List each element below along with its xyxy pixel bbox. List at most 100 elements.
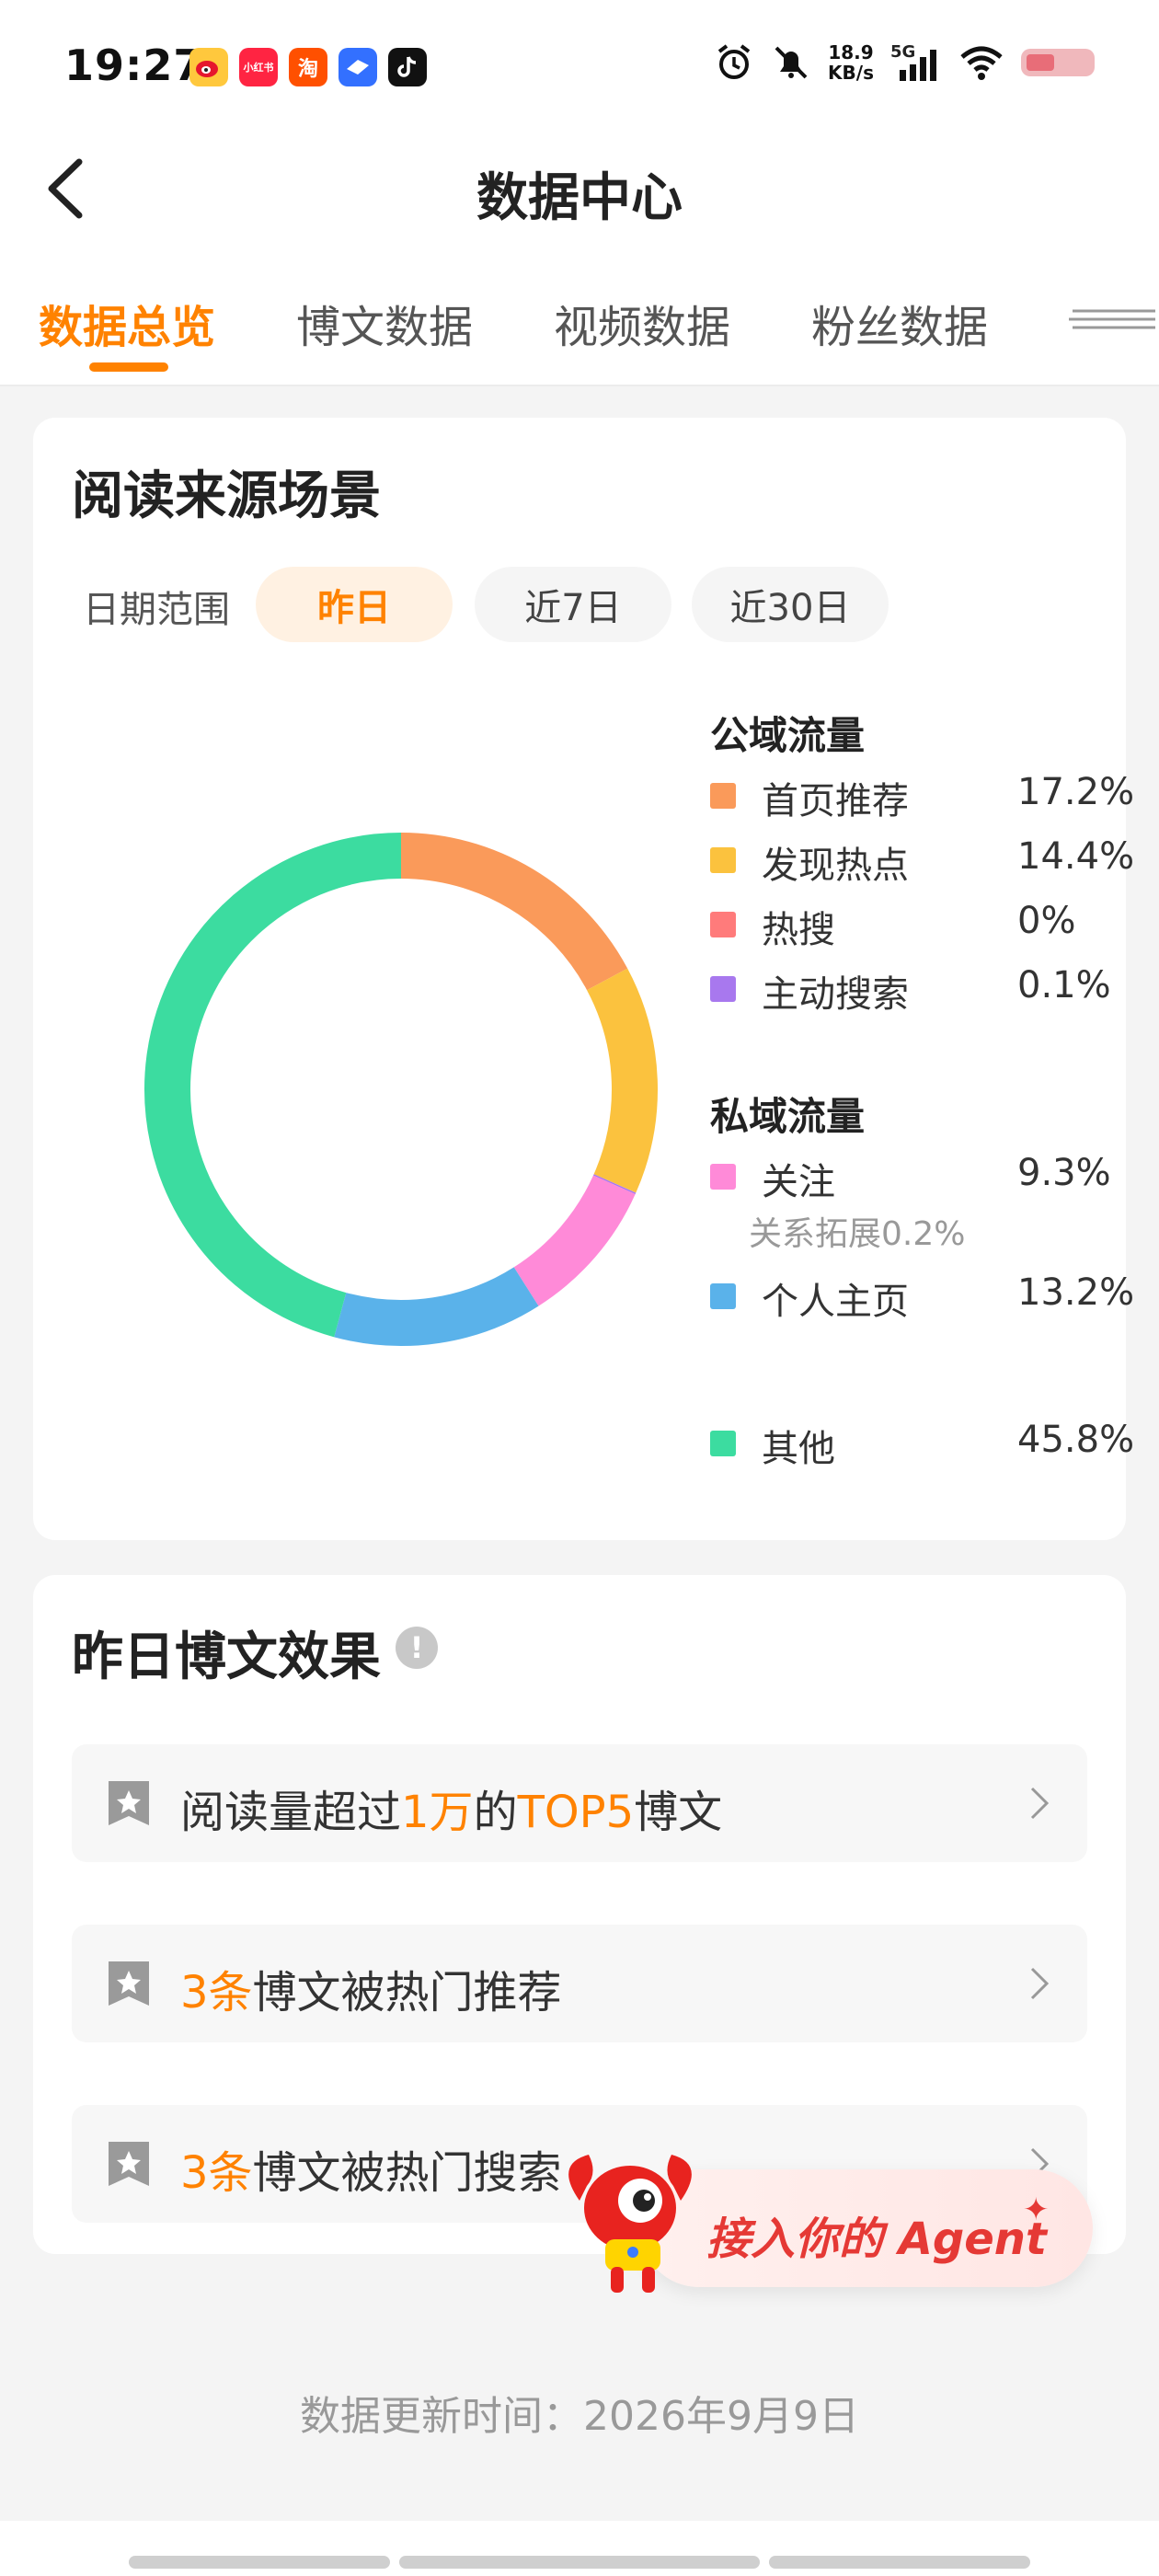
top5-posts-row[interactable]: 阅读量超过1万的TOP5博文	[72, 1744, 1087, 1862]
legend-value: 0%	[1017, 900, 1076, 942]
data-update-time: 数据更新时间：2026年9月9日	[300, 2393, 859, 2440]
legend-swatch	[710, 912, 736, 937]
donut-slice-3	[592, 1174, 637, 1195]
tab-video-data[interactable]: 视频数据	[554, 291, 730, 355]
row-text-part: 博文被热门推荐	[252, 1967, 562, 2018]
follow-sub-label: 关系拓展0.2%	[749, 1215, 966, 1253]
row-text-highlight: 3条	[180, 1967, 253, 2018]
legend-item-hot-search: 热搜 0%	[710, 900, 1124, 951]
legend-swatch	[710, 1431, 736, 1456]
weibo-icon	[189, 48, 228, 86]
legend-label: 主动搜索	[762, 973, 909, 1016]
yesterday-posts-title: 昨日博文效果	[72, 1627, 381, 1687]
battery-icon	[1021, 49, 1095, 76]
nav-segment[interactable]	[129, 2556, 390, 2569]
read-source-donut-chart	[144, 833, 658, 1346]
tiktok-icon	[388, 48, 427, 86]
legend-swatch	[710, 847, 736, 873]
status-time: 19:27	[64, 40, 204, 90]
tab-post-data[interactable]: 博文数据	[296, 291, 473, 355]
donut-slice-1	[586, 968, 658, 1193]
row-text-part: 博文	[634, 1787, 723, 1838]
private-traffic-title: 私域流量	[710, 1094, 866, 1139]
hot-recommend-row[interactable]: 3条博文被热门推荐	[72, 1925, 1087, 2042]
mute-bell-icon	[775, 46, 808, 79]
row-text-highlight: 3条	[180, 2147, 253, 2199]
hot-search-text: 3条博文被热门搜索	[180, 2136, 562, 2201]
legend-item-active-search: 主动搜索 0.1%	[710, 964, 1124, 1016]
taobao-icon: 淘	[289, 48, 327, 86]
legend-value: 45.8%	[1017, 1419, 1135, 1461]
mascot-icon	[568, 2155, 692, 2293]
hot-recommend-text: 3条博文被热门推荐	[180, 1956, 562, 2020]
alarm-icon	[717, 44, 751, 79]
bookmark-star-icon	[109, 2142, 149, 2186]
top5-posts-text: 阅读量超过1万的TOP5博文	[180, 1776, 722, 1840]
chevron-right-icon	[1030, 1787, 1050, 1820]
row-text-part: 阅读量超过	[180, 1787, 402, 1838]
legend-label: 热搜	[762, 909, 835, 951]
sparkle-icon: ✦	[1023, 2191, 1050, 2228]
legend-swatch	[710, 976, 736, 1002]
xiaohongshu-icon: 小红书	[239, 48, 278, 86]
row-text-part: 博文被热门搜索	[252, 2147, 562, 2199]
row-text-highlight: 1万	[401, 1787, 474, 1838]
status-system-icons: 18.9 KB/s 5G	[714, 42, 1095, 83]
legend-item-homepage: 首页推荐 17.2%	[710, 771, 1134, 822]
row-text-highlight: TOP5	[517, 1787, 635, 1838]
read-source-title: 阅读来源场景	[72, 466, 381, 526]
donut-slice-4	[513, 1175, 636, 1306]
more-tabs-fade-icon[interactable]	[1069, 305, 1159, 333]
legend-label: 首页推荐	[762, 780, 909, 822]
legend-swatch	[710, 1283, 736, 1309]
net-speed-value: 18.9	[828, 41, 874, 63]
page-title: 数据中心	[476, 168, 683, 228]
legend-label: 个人主页	[762, 1281, 909, 1323]
date-option-30days[interactable]: 近30日	[692, 567, 889, 642]
signal-icon: 5G	[890, 42, 942, 83]
nav-segment[interactable]	[769, 2556, 1030, 2569]
legend-value: 17.2%	[1017, 771, 1135, 813]
date-range-label: 日期范围	[83, 589, 230, 631]
date-option-7days[interactable]: 近7日	[475, 567, 671, 642]
top-nav: 数据中心	[0, 129, 1159, 248]
tab-overview[interactable]: 数据总览	[39, 291, 215, 355]
net-speed-unit: KB/s	[828, 62, 874, 84]
legend-item-other: 其他 45.8%	[710, 1419, 1134, 1470]
legend-label: 发现热点	[762, 845, 909, 887]
row-text-part: 的	[473, 1787, 518, 1838]
bookmark-star-icon	[109, 1961, 149, 2006]
tab-bar: 数据总览 博文数据 视频数据 粉丝数据	[0, 248, 1159, 386]
legend-label: 关注	[762, 1161, 835, 1203]
nav-segment[interactable]	[399, 2556, 760, 2569]
agent-float-button[interactable]: 接入你的 Agent ✦	[552, 2136, 1104, 2298]
legend-value: 9.3%	[1017, 1152, 1111, 1194]
agent-label: 接入你的 Agent	[706, 2214, 1047, 2265]
bookmark-star-icon	[109, 1781, 149, 1825]
legend-swatch	[710, 783, 736, 809]
legend-label: 其他	[762, 1428, 835, 1470]
status-app-icons: 小红书 淘	[189, 48, 427, 86]
active-tab-indicator	[89, 362, 168, 372]
legend-item-follow: 关注 9.3%	[710, 1152, 1124, 1203]
date-option-yesterday[interactable]: 昨日	[256, 567, 453, 642]
status-bar: 19:27 小红书 淘 18.9 KB/s 5G	[0, 0, 1159, 129]
legend-value: 0.1%	[1017, 964, 1111, 1006]
feishu-icon	[339, 48, 377, 86]
legend-item-discover: 发现热点 14.4%	[710, 835, 1134, 887]
net-speed: 18.9 KB/s	[828, 42, 874, 83]
legend-item-profile: 个人主页 13.2%	[710, 1271, 1134, 1323]
system-nav-bar	[0, 2521, 1159, 2576]
wifi-icon	[960, 46, 1003, 80]
read-source-card: 阅读来源场景 日期范围 昨日 近7日 近30日 公域流量 首页推荐 17.2% …	[33, 418, 1134, 1540]
donut-slice-5	[334, 1267, 539, 1346]
legend-value: 14.4%	[1017, 835, 1135, 878]
public-traffic-title: 公域流量	[710, 713, 866, 758]
legend-value: 13.2%	[1017, 1271, 1135, 1314]
legend-swatch	[710, 1164, 736, 1190]
chevron-right-icon	[1030, 1967, 1050, 2000]
donut-slice-0	[400, 833, 628, 991]
info-icon[interactable]: !	[396, 1627, 438, 1669]
donut-slice-6	[144, 833, 402, 1338]
tab-fans-data[interactable]: 粉丝数据	[811, 291, 988, 355]
